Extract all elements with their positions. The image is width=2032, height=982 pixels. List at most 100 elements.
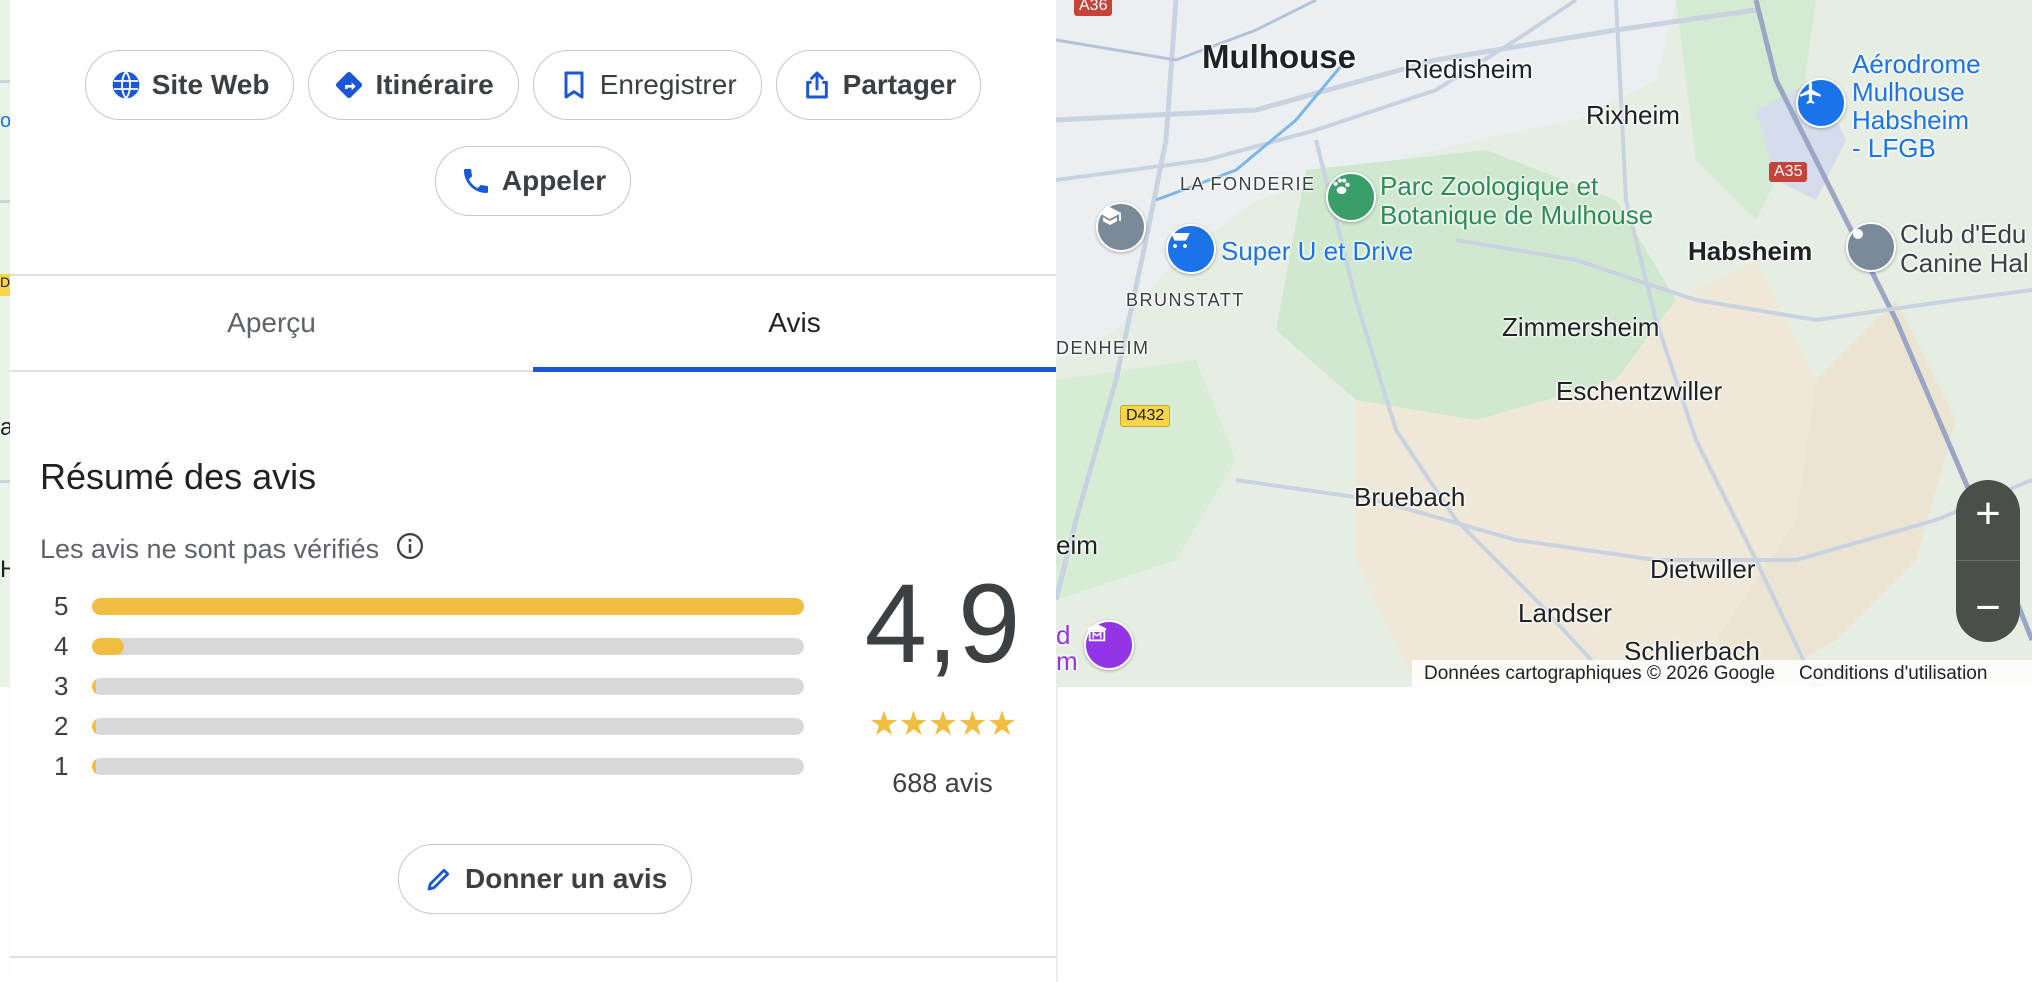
average-rating: 4,9 bbox=[864, 561, 1021, 686]
rating-bar-track bbox=[92, 717, 804, 735]
map-edge-sliver: oo D a H bbox=[0, 0, 10, 687]
museum-icon[interactable] bbox=[1084, 620, 1134, 670]
zoom-in-button[interactable]: + bbox=[1956, 492, 2020, 536]
rating-bar-track bbox=[92, 597, 804, 615]
save-label: Enregistrer bbox=[599, 69, 737, 100]
aerodrome-line: Aérodrome bbox=[1852, 49, 1981, 79]
rating-bar-fill bbox=[92, 717, 97, 735]
aerodrome-line: - LFGB bbox=[1852, 133, 1936, 163]
rating-bar-row: 2 bbox=[54, 711, 824, 741]
place-mulhouse[interactable]: Mulhouse bbox=[1202, 38, 1356, 76]
place-bruebach[interactable]: Bruebach bbox=[1354, 482, 1465, 513]
place-eim[interactable]: eim bbox=[1056, 530, 1098, 561]
place-club-canine[interactable]: Club d'Edu Canine Hal bbox=[1900, 220, 2029, 278]
rating-bar-track bbox=[92, 677, 804, 695]
rating-bar-fill bbox=[92, 677, 97, 695]
rating-bar-row: 5 bbox=[54, 590, 824, 621]
sliver-text: a bbox=[0, 414, 10, 441]
place-landser[interactable]: Landser bbox=[1518, 598, 1612, 629]
save-button[interactable]: Enregistrer bbox=[532, 50, 762, 120]
tab-overview[interactable]: Aperçu bbox=[10, 276, 533, 370]
parc-zoo-line: Botanique de Mulhouse bbox=[1380, 200, 1654, 230]
phone-icon bbox=[460, 165, 492, 197]
location-pin-icon[interactable] bbox=[1846, 222, 1896, 272]
divider bbox=[10, 956, 1056, 958]
call-button[interactable]: Appeler bbox=[434, 146, 632, 216]
aerodrome-line: Habsheim bbox=[1852, 105, 1970, 135]
rating-bar-label: 3 bbox=[54, 670, 69, 701]
reviews-summary-title: Résumé des avis bbox=[40, 456, 317, 497]
road-shield-a35: A35 bbox=[1769, 162, 1808, 182]
road-shield-d432: D432 bbox=[1120, 405, 1171, 427]
partial-line: d bbox=[1056, 620, 1071, 650]
action-buttons-row2: Appeler bbox=[10, 146, 1056, 216]
place-aerodrome[interactable]: Aérodrome Mulhouse Habsheim - LFGB bbox=[1852, 50, 1981, 162]
zoom-out-button[interactable]: − bbox=[1956, 585, 2020, 630]
place-la-fonderie[interactable]: LA FONDERIE bbox=[1180, 174, 1316, 195]
rating-bar-label: 1 bbox=[54, 750, 69, 781]
sliver-text: oo bbox=[0, 110, 10, 132]
website-button[interactable]: Site Web bbox=[84, 50, 295, 120]
info-icon[interactable] bbox=[395, 531, 425, 568]
rating-bar-fill bbox=[92, 757, 97, 775]
place-super-u[interactable]: Super U et Drive bbox=[1221, 236, 1413, 267]
place-zimmersheim[interactable]: Zimmersheim bbox=[1502, 312, 1659, 343]
directions-label: Itinéraire bbox=[375, 69, 494, 100]
place-denheim[interactable]: DENHEIM bbox=[1056, 338, 1150, 359]
rating-bar-fill bbox=[92, 637, 125, 655]
action-buttons: Site Web Itinéraire Enregistrer Partager bbox=[10, 50, 1056, 120]
place-dietwiller[interactable]: Dietwiller bbox=[1650, 554, 1755, 585]
place-parc-zoologique[interactable]: Parc Zoologique et Botanique de Mulhouse bbox=[1380, 172, 1653, 230]
star-rating-icon: ★★★★★ bbox=[868, 705, 1017, 743]
share-button[interactable]: Partager bbox=[775, 50, 982, 120]
partial-line: m bbox=[1056, 646, 1078, 676]
review-count-link[interactable]: 688 avis bbox=[850, 768, 1035, 799]
rating-bar-fill bbox=[92, 597, 804, 615]
place-brunstatt[interactable]: BRUNSTATT bbox=[1126, 290, 1245, 311]
share-icon bbox=[801, 69, 833, 101]
club-line: Canine Hal bbox=[1900, 248, 2029, 278]
attribution-text: Données cartographiques © 2026 Google bbox=[1424, 662, 1775, 684]
share-label: Partager bbox=[842, 69, 957, 100]
website-label: Site Web bbox=[151, 69, 270, 100]
aerodrome-line: Mulhouse bbox=[1852, 77, 1965, 107]
rating-bar-track bbox=[92, 637, 804, 655]
school-icon[interactable] bbox=[1096, 202, 1146, 252]
rating-bar-row: 3 bbox=[54, 670, 824, 701]
unverified-text: Les avis ne sont pas vérifiés bbox=[40, 534, 380, 564]
zoom-controls: + − bbox=[1956, 480, 2020, 642]
rating-bar-row: 4 bbox=[54, 630, 824, 661]
airport-icon[interactable] bbox=[1796, 78, 1846, 128]
place-panel: Site Web Itinéraire Enregistrer Partager bbox=[10, 0, 1056, 982]
map-attribution: Données cartographiques © 2026 Google Co… bbox=[1412, 660, 2032, 687]
sliver-text: H bbox=[0, 556, 10, 583]
zoom-divider bbox=[1956, 560, 2020, 562]
unverified-note: Les avis ne sont pas vérifiés bbox=[40, 531, 425, 568]
write-review-button[interactable]: Donner un avis bbox=[398, 844, 693, 914]
tab-reviews[interactable]: Avis bbox=[533, 276, 1056, 372]
parc-zoo-line: Parc Zoologique et bbox=[1380, 171, 1599, 201]
rating-bar-row: 1 bbox=[54, 750, 824, 781]
write-review-label: Donner un avis bbox=[465, 863, 668, 894]
place-habsheim[interactable]: Habsheim bbox=[1688, 236, 1812, 267]
globe-icon bbox=[110, 69, 142, 101]
place-riedisheim[interactable]: Riedisheim bbox=[1404, 54, 1533, 85]
rating-bar-label: 5 bbox=[54, 590, 69, 621]
directions-icon bbox=[333, 69, 365, 101]
tab-bar: Aperçu Avis bbox=[10, 276, 1056, 372]
call-label: Appeler bbox=[501, 165, 607, 196]
rating-bar-track bbox=[92, 757, 804, 775]
terms-link[interactable]: Conditions d'utilisation bbox=[1799, 663, 1987, 685]
place-partial-purple[interactable]: d m bbox=[1056, 622, 1078, 674]
club-line: Club d'Edu bbox=[1900, 219, 2027, 249]
place-rixheim[interactable]: Rixheim bbox=[1586, 100, 1680, 131]
rating-bar-label: 4 bbox=[54, 630, 69, 661]
shopping-cart-icon[interactable] bbox=[1166, 224, 1216, 274]
zoo-icon[interactable] bbox=[1326, 172, 1376, 222]
sliver-shield: D bbox=[0, 274, 10, 296]
bookmark-icon bbox=[558, 69, 590, 101]
place-eschentzwiller[interactable]: Eschentzwiller bbox=[1556, 376, 1722, 407]
pencil-icon bbox=[423, 863, 455, 895]
map-canvas[interactable]: A36 A35 D432 Mulhouse Riedisheim Rixheim… bbox=[1056, 0, 2032, 687]
directions-button[interactable]: Itinéraire bbox=[308, 50, 519, 120]
